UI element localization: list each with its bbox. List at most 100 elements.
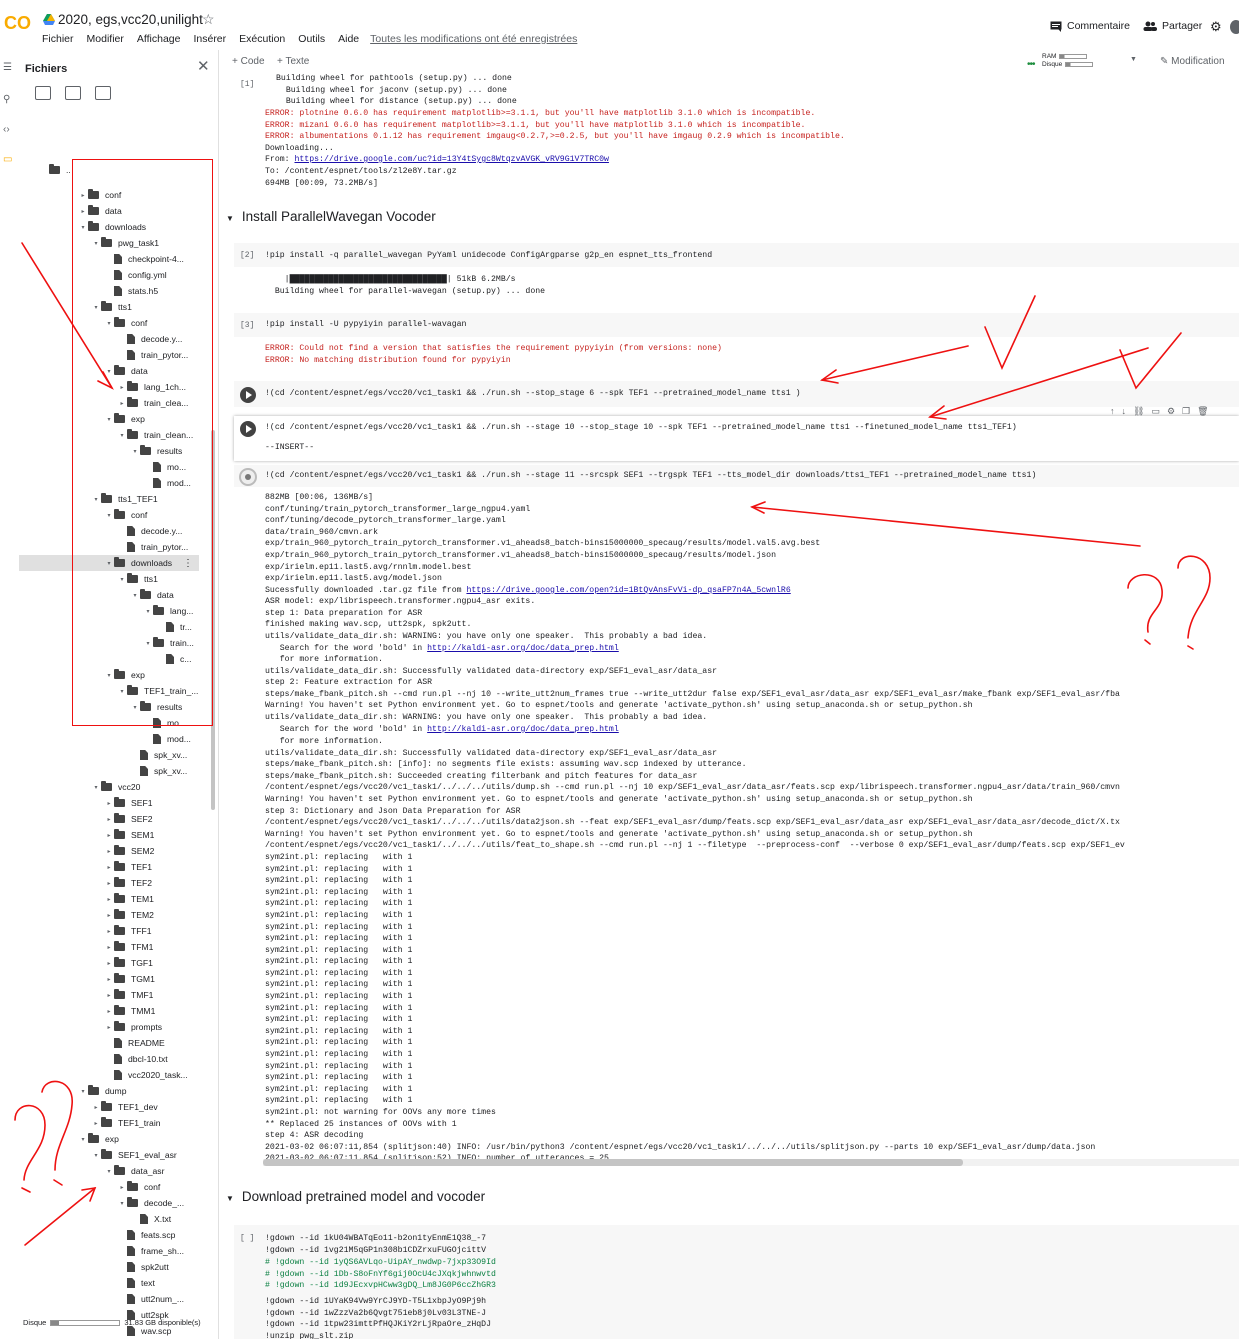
menu-item-view[interactable]: Affichage: [137, 33, 181, 45]
chevron-right-icon[interactable]: ▸: [104, 944, 114, 951]
file-tree-folder[interactable]: ▾ exp: [78, 1131, 119, 1147]
file-tree-folder[interactable]: ▾ dump: [78, 1083, 127, 1099]
menu-item-help[interactable]: Aide: [338, 33, 359, 45]
file-tree-folder[interactable]: ▸ conf: [117, 1179, 160, 1195]
file-tree-folder[interactable]: ▾ TEF1_train_...: [117, 683, 198, 699]
running-spinner-icon[interactable]: [239, 468, 257, 486]
chevron-right-icon[interactable]: ▸: [104, 960, 114, 967]
chevron-right-icon[interactable]: ▸: [91, 1104, 101, 1111]
file-tree-folder[interactable]: ▸ TMM1: [104, 1003, 155, 1019]
chevron-right-icon[interactable]: ▸: [104, 976, 114, 983]
file-tree-folder[interactable]: ▸ SEF2: [104, 811, 153, 827]
file-tree-folder[interactable]: ▸ TEF1_dev: [91, 1099, 158, 1115]
more-options-icon[interactable]: ⋮: [183, 558, 193, 569]
file-tree-folder[interactable]: ▾ pwg_task1: [91, 235, 159, 251]
file-tree-folder[interactable]: ▾ lang...: [143, 603, 193, 619]
file-tree-folder[interactable]: ▾ vcc20: [91, 779, 140, 795]
file-tree-file[interactable]: text: [117, 1275, 155, 1291]
file-tree-file[interactable]: decode.y...: [117, 331, 182, 347]
settings-gear-icon[interactable]: ⚙: [1210, 19, 1222, 35]
chevron-down-icon[interactable]: ▾: [104, 1168, 114, 1175]
file-tree-file[interactable]: X.txt: [130, 1211, 171, 1227]
chevron-down-icon[interactable]: ▾: [143, 608, 153, 615]
mount-drive-icon[interactable]: [95, 86, 111, 100]
file-tree-file[interactable]: vcc2020_task...: [104, 1067, 188, 1083]
chevron-down-icon[interactable]: ▾: [104, 368, 114, 375]
file-tree-file[interactable]: decode.y...: [117, 523, 182, 539]
file-tree-folder[interactable]: ▸ TFM1: [104, 939, 153, 955]
file-tree-folder[interactable]: ▾ data_asr: [104, 1163, 164, 1179]
file-tree-file[interactable]: README: [104, 1035, 165, 1051]
chevron-down-icon[interactable]: ▾: [130, 448, 140, 455]
notebook-title[interactable]: 2020, egs,vcc20,unilight: [58, 12, 203, 27]
file-tree-folder[interactable]: ▸ prompts: [104, 1019, 162, 1035]
chevron-right-icon[interactable]: ▸: [104, 816, 114, 823]
chevron-right-icon[interactable]: ▸: [104, 800, 114, 807]
chevron-right-icon[interactable]: ▸: [117, 384, 127, 391]
section-header[interactable]: ▼ Download pretrained model and vocoder: [226, 1189, 485, 1204]
section-header[interactable]: ▼ Install ParallelWavegan Vocoder: [226, 209, 436, 224]
file-tree-folder[interactable]: ▾ data: [130, 587, 174, 603]
file-tree-folder[interactable]: ▸ train_clea...: [117, 395, 188, 411]
collapse-triangle-icon[interactable]: ▼: [226, 1194, 234, 1203]
kaldi-link[interactable]: http://kaldi-asr.org/doc/data_prep.html: [427, 725, 619, 734]
run-cell-button[interactable]: [240, 421, 256, 437]
chevron-down-icon[interactable]: ▾: [130, 592, 140, 599]
output-horizontal-scrollbar[interactable]: [263, 1159, 1239, 1166]
chevron-right-icon[interactable]: ▸: [104, 992, 114, 999]
file-tree-folder[interactable]: ▸ SEM1: [104, 827, 154, 843]
close-icon[interactable]: ✕: [197, 57, 210, 75]
menu-item-edit[interactable]: Modifier: [87, 33, 124, 45]
file-tree-file[interactable]: train_pytor...: [117, 539, 188, 555]
file-tree-file[interactable]: spk2utt: [117, 1259, 169, 1275]
chevron-down-icon[interactable]: ▾: [104, 560, 114, 567]
search-icon[interactable]: ⚲: [3, 94, 10, 105]
editing-mode-button[interactable]: ✎ Modification: [1160, 56, 1225, 67]
scroll-thumb[interactable]: [263, 1159, 963, 1166]
file-tree-file[interactable]: train_pytor...: [117, 347, 188, 363]
star-icon[interactable]: ☆: [202, 11, 215, 28]
chevron-down-icon[interactable]: ▼: [1130, 56, 1137, 63]
file-tree-folder[interactable]: ▸ TEF1: [104, 859, 152, 875]
menu-item-file[interactable]: Fichier: [42, 33, 74, 45]
chevron-down-icon[interactable]: ▾: [91, 240, 101, 247]
settings-icon[interactable]: ⚙: [1167, 406, 1175, 417]
file-tree-folder[interactable]: ▾ tts1_TEF1: [91, 491, 158, 507]
chevron-right-icon[interactable]: ▸: [104, 1008, 114, 1015]
add-text-button[interactable]: + Texte: [277, 56, 309, 67]
drive-link[interactable]: https://drive.google.com/uc?id=13Y4tSygc…: [294, 155, 608, 164]
share-button[interactable]: Partager: [1143, 20, 1202, 32]
file-tree-folder[interactable]: ▾ conf: [104, 315, 147, 331]
file-tree-file[interactable]: mo...: [143, 459, 186, 475]
code-snippets-icon[interactable]: ‹›: [3, 124, 10, 135]
chevron-right-icon[interactable]: ▸: [104, 896, 114, 903]
comment-icon[interactable]: ▭: [1151, 406, 1160, 417]
chevron-down-icon[interactable]: ▾: [130, 704, 140, 711]
file-tree-folder[interactable]: ▸ TEF2: [104, 875, 152, 891]
file-tree-file[interactable]: mod...: [143, 475, 191, 491]
file-tree-folder[interactable]: ▸ TGM1: [104, 971, 155, 987]
file-tree-folder[interactable]: ▸ TEF1_train: [91, 1115, 161, 1131]
file-tree-folder[interactable]: ▸ TGF1: [104, 955, 153, 971]
code-text[interactable]: !gdown --id 1kU04WBATqEo11-b2on1tyEnmE1Q…: [265, 1233, 486, 1256]
chevron-down-icon[interactable]: ▾: [78, 1088, 88, 1095]
code-comment[interactable]: # !gdown --id 1yQS6AVLqo-UipAY_nwdwp-7jx…: [265, 1257, 496, 1292]
chevron-down-icon[interactable]: ▾: [104, 512, 114, 519]
menu-item-tools[interactable]: Outils: [298, 33, 325, 45]
chevron-right-icon[interactable]: ▸: [117, 400, 127, 407]
kaldi-link[interactable]: http://kaldi-asr.org/doc/data_prep.html: [427, 644, 619, 653]
collapse-triangle-icon[interactable]: ▼: [226, 214, 234, 223]
run-cell-button[interactable]: [240, 387, 256, 403]
file-tree-folder[interactable]: ▸ data: [78, 203, 122, 219]
chevron-down-icon[interactable]: ▾: [91, 496, 101, 503]
file-tree-folder[interactable]: ▸ TFF1: [104, 923, 152, 939]
drive-link[interactable]: https://drive.google.com/open?id=1BtQvAn…: [466, 586, 790, 595]
file-tree-folder[interactable]: ▾ conf: [104, 507, 147, 523]
file-tree-folder[interactable]: ▸ conf: [78, 187, 121, 203]
chevron-right-icon[interactable]: ▸: [117, 1184, 127, 1191]
chevron-down-icon[interactable]: ▾: [117, 576, 127, 583]
file-tree-folder[interactable]: ▾ tts1: [91, 299, 132, 315]
chevron-down-icon[interactable]: ▾: [117, 1200, 127, 1207]
files-scrollbar[interactable]: [211, 430, 215, 810]
file-tree-folder[interactable]: ▾ downloads ⋮: [19, 555, 199, 571]
